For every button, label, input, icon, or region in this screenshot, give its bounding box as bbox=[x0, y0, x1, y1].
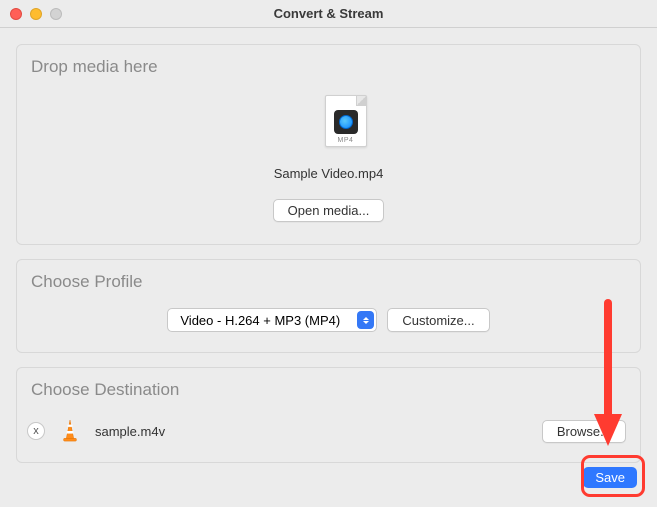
remove-destination-button[interactable]: x bbox=[27, 422, 45, 440]
select-arrows-icon bbox=[357, 311, 374, 329]
browse-button[interactable]: Browse... bbox=[542, 420, 626, 443]
choose-destination-panel: Choose Destination x sample.m4v Browse..… bbox=[16, 367, 641, 463]
media-file-icon: MP4 bbox=[325, 95, 367, 147]
profile-select[interactable]: Video - H.264 + MP3 (MP4) bbox=[167, 308, 377, 332]
drop-area[interactable]: MP4 Sample Video.mp4 Open media... bbox=[31, 87, 626, 232]
open-media-button[interactable]: Open media... bbox=[273, 199, 385, 222]
titlebar: Convert & Stream bbox=[0, 0, 657, 28]
customize-button[interactable]: Customize... bbox=[387, 308, 489, 332]
window-title: Convert & Stream bbox=[10, 6, 647, 21]
vlc-cone-icon bbox=[59, 418, 81, 444]
content-area: Drop media here MP4 Sample Video.mp4 Ope… bbox=[0, 28, 657, 485]
drop-media-title: Drop media here bbox=[31, 57, 626, 77]
drop-media-panel[interactable]: Drop media here MP4 Sample Video.mp4 Ope… bbox=[16, 44, 641, 245]
file-extension-label: MP4 bbox=[326, 137, 366, 144]
maximize-window-button bbox=[50, 8, 62, 20]
minimize-window-button[interactable] bbox=[30, 8, 42, 20]
media-file-name: Sample Video.mp4 bbox=[31, 166, 626, 181]
close-window-button[interactable] bbox=[10, 8, 22, 20]
profile-select-label: Video - H.264 + MP3 (MP4) bbox=[180, 313, 357, 328]
choose-profile-panel: Choose Profile Video - H.264 + MP3 (MP4)… bbox=[16, 259, 641, 353]
traffic-lights bbox=[10, 8, 62, 20]
quicktime-icon bbox=[334, 110, 358, 134]
save-button[interactable]: Save bbox=[583, 467, 637, 488]
destination-file-name: sample.m4v bbox=[95, 424, 528, 439]
choose-destination-title: Choose Destination bbox=[31, 380, 626, 400]
choose-profile-title: Choose Profile bbox=[31, 272, 626, 292]
